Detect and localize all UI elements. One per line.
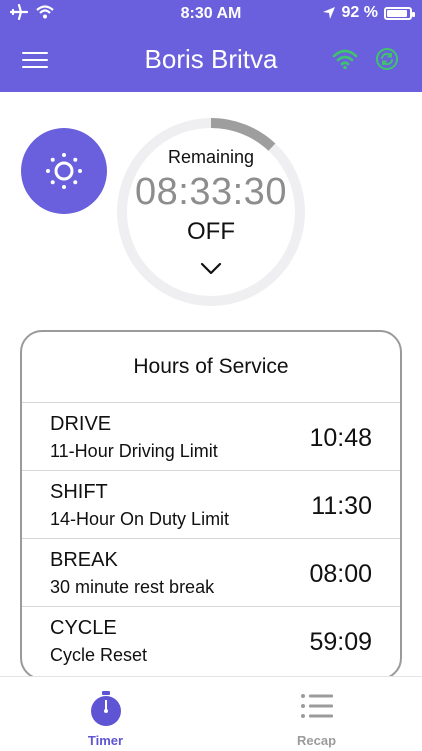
hos-row-break[interactable]: BREAK 30 minute rest break 08:00 — [22, 539, 400, 607]
battery-percent: 92 % — [341, 4, 378, 21]
timer-ring-progress — [210, 118, 276, 151]
status-right: 92 % — [322, 4, 415, 22]
tab-bar: Timer Recap — [0, 676, 422, 751]
hos-title: Hours of Service — [22, 332, 400, 403]
battery-icon — [384, 6, 415, 20]
status-bar: 8:30 AM 92 % — [0, 0, 422, 28]
sun-icon — [46, 153, 82, 189]
hos-row-description: Cycle Reset — [50, 645, 148, 665]
sync-icon[interactable] — [375, 47, 399, 71]
hos-row-name: DRIVE — [50, 413, 112, 435]
chevron-down-icon[interactable] — [200, 262, 222, 276]
hos-row-time: 59:09 — [309, 628, 372, 656]
duty-status[interactable]: OFF — [116, 218, 306, 246]
hos-row-cycle[interactable]: CYCLE Cycle Reset 59:09 — [22, 607, 400, 674]
hos-row-shift[interactable]: SHIFT 14-Hour On Duty Limit 11:30 — [22, 471, 400, 539]
remaining-label: Remaining — [167, 147, 255, 167]
hos-row-name: BREAK — [50, 549, 118, 571]
hos-row-description: 30 minute rest break — [50, 577, 215, 597]
wifi-icon[interactable] — [332, 48, 358, 70]
tab-label: Recap — [296, 733, 337, 748]
hos-row-drive[interactable]: DRIVE 11-Hour Driving Limit 10:48 — [22, 403, 400, 471]
hours-of-service-card: Hours of Service DRIVE 11-Hour Driving L… — [20, 330, 402, 680]
hos-row-name: CYCLE — [50, 617, 117, 639]
hos-row-name: SHIFT — [50, 481, 108, 503]
remaining-value: 08:33:30 — [135, 171, 287, 213]
location-arrow-icon — [322, 7, 335, 19]
hos-row-time: 11:30 — [311, 492, 372, 520]
stopwatch-icon — [91, 691, 121, 726]
header-bar: 8:30 AM 92 % Boris Britva — [0, 0, 422, 92]
tab-label: Timer — [87, 733, 124, 748]
hos-row-time: 10:48 — [309, 424, 372, 452]
list-icon — [301, 694, 333, 718]
hos-row-description: 14-Hour On Duty Limit — [50, 509, 230, 529]
page-title: Boris Britva — [144, 44, 278, 74]
hos-row-description: 11-Hour Driving Limit — [50, 441, 218, 461]
tab-timer[interactable]: Timer — [0, 677, 211, 751]
day-mode-button[interactable] — [21, 128, 107, 214]
hos-row-time: 08:00 — [309, 560, 372, 588]
tab-recap[interactable]: Recap — [211, 677, 422, 751]
